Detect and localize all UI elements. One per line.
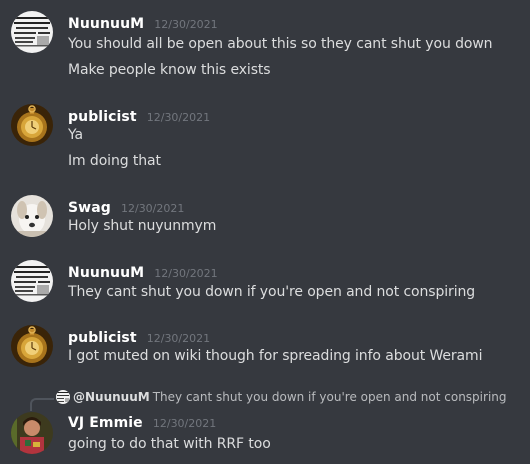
- reply-preview-text: They cant shut you down if you're open a…: [152, 390, 507, 404]
- person-avatar-icon[interactable]: [11, 412, 53, 454]
- message-header: NuunuuM 12/30/2021: [68, 13, 218, 33]
- username[interactable]: publicist: [68, 330, 137, 346]
- newspaper-avatar-icon[interactable]: [11, 260, 53, 302]
- message-text: They cant shut you down if you're open a…: [68, 284, 476, 300]
- username[interactable]: VJ Emmie: [68, 415, 143, 431]
- message-text: I got muted on wiki though for spreading…: [68, 348, 483, 364]
- message-text: Make people know this exists: [68, 62, 271, 78]
- chat-messages: NuunuuM 12/30/2021 You should all be ope…: [0, 0, 530, 464]
- message-text: going to do that with RRF too: [68, 436, 271, 452]
- message-text: You should all be open about this so the…: [68, 36, 493, 52]
- message-header: publicist 12/30/2021: [68, 327, 210, 347]
- timestamp: 12/30/2021: [120, 202, 185, 215]
- message-text: Im doing that: [68, 153, 161, 169]
- username[interactable]: NuunuuM: [68, 16, 144, 32]
- timestamp: 12/30/2021: [152, 417, 217, 430]
- username[interactable]: publicist: [68, 109, 137, 125]
- pocket-watch-avatar-icon[interactable]: [11, 325, 53, 367]
- reply-mention[interactable]: @NuunuuM: [73, 390, 150, 404]
- message-header: publicist 12/30/2021: [68, 106, 210, 126]
- newspaper-avatar-icon: [56, 390, 70, 404]
- timestamp: 12/30/2021: [154, 18, 218, 31]
- newspaper-avatar-icon[interactable]: [11, 11, 53, 53]
- pocket-watch-avatar-icon[interactable]: [11, 104, 53, 146]
- username[interactable]: NuunuuM: [68, 265, 144, 281]
- username[interactable]: Swag: [68, 200, 111, 216]
- timestamp: 12/30/2021: [146, 332, 211, 345]
- dog-avatar-icon[interactable]: [11, 195, 53, 237]
- message-text: Holy shut nuyunmym: [68, 218, 217, 234]
- message-header: VJ Emmie 12/30/2021: [68, 412, 216, 432]
- reply-connector: [30, 398, 54, 411]
- message-text: Ya: [68, 127, 84, 143]
- timestamp: 12/30/2021: [146, 111, 211, 124]
- message-header: Swag 12/30/2021: [68, 197, 184, 217]
- reply-preview[interactable]: @NuunuuM They cant shut you down if you'r…: [56, 390, 507, 404]
- timestamp: 12/30/2021: [154, 267, 218, 280]
- message-header: NuunuuM 12/30/2021: [68, 262, 218, 282]
